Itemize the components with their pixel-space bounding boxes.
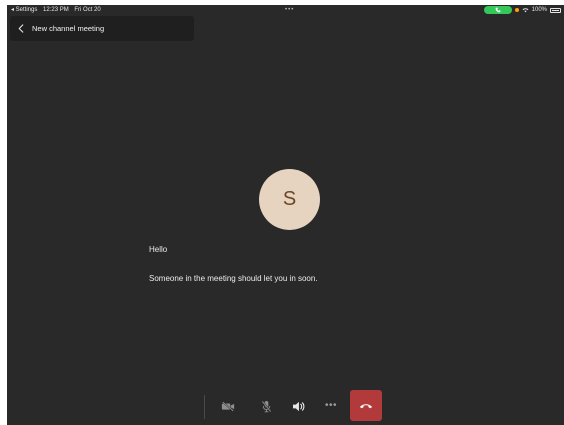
more-options-button[interactable]: ••• [319, 394, 343, 418]
camera-toggle-button[interactable] [216, 394, 240, 418]
hang-up-button[interactable] [350, 390, 382, 421]
mic-off-icon [261, 400, 271, 412]
hang-up-icon [359, 404, 373, 409]
controls-divider [204, 395, 205, 419]
battery-icon [550, 7, 561, 13]
meeting-header: New channel meeting [10, 16, 194, 41]
status-time: 12:23 PM [43, 7, 69, 13]
more-icon: ••• [324, 400, 337, 411]
status-date: Fri Oct 20 [74, 7, 101, 13]
microphone-toggle-button[interactable] [254, 394, 278, 418]
speaker-icon [292, 401, 304, 411]
chevron-left-icon [18, 24, 24, 33]
mic-in-use-indicator [514, 8, 519, 12]
status-bar: ◂ Settings 12:23 PM Fri Oct 20 ••• 100% [7, 5, 564, 15]
back-button[interactable] [10, 16, 32, 41]
wifi-icon [522, 8, 529, 13]
meeting-title: New channel meeting [32, 24, 105, 33]
status-bar-right: 100% [483, 5, 561, 15]
speaker-button[interactable] [286, 394, 310, 418]
lobby-wait-message: Someone in the meeting should let you in… [149, 274, 318, 283]
phone-icon [495, 7, 501, 13]
camera-off-icon [221, 400, 235, 412]
greeting-text: Hello [149, 245, 168, 254]
back-to-app-link[interactable]: ◂ Settings [11, 7, 37, 13]
status-bar-left: ◂ Settings 12:23 PM Fri Oct 20 [11, 5, 105, 15]
multitasking-dots[interactable]: ••• [285, 5, 294, 15]
active-call-pill[interactable] [483, 6, 512, 14]
meeting-lobby-screen: ◂ Settings 12:23 PM Fri Oct 20 ••• 100% [7, 5, 564, 425]
battery-percent: 100% [531, 7, 547, 13]
avatar: S [259, 169, 320, 230]
